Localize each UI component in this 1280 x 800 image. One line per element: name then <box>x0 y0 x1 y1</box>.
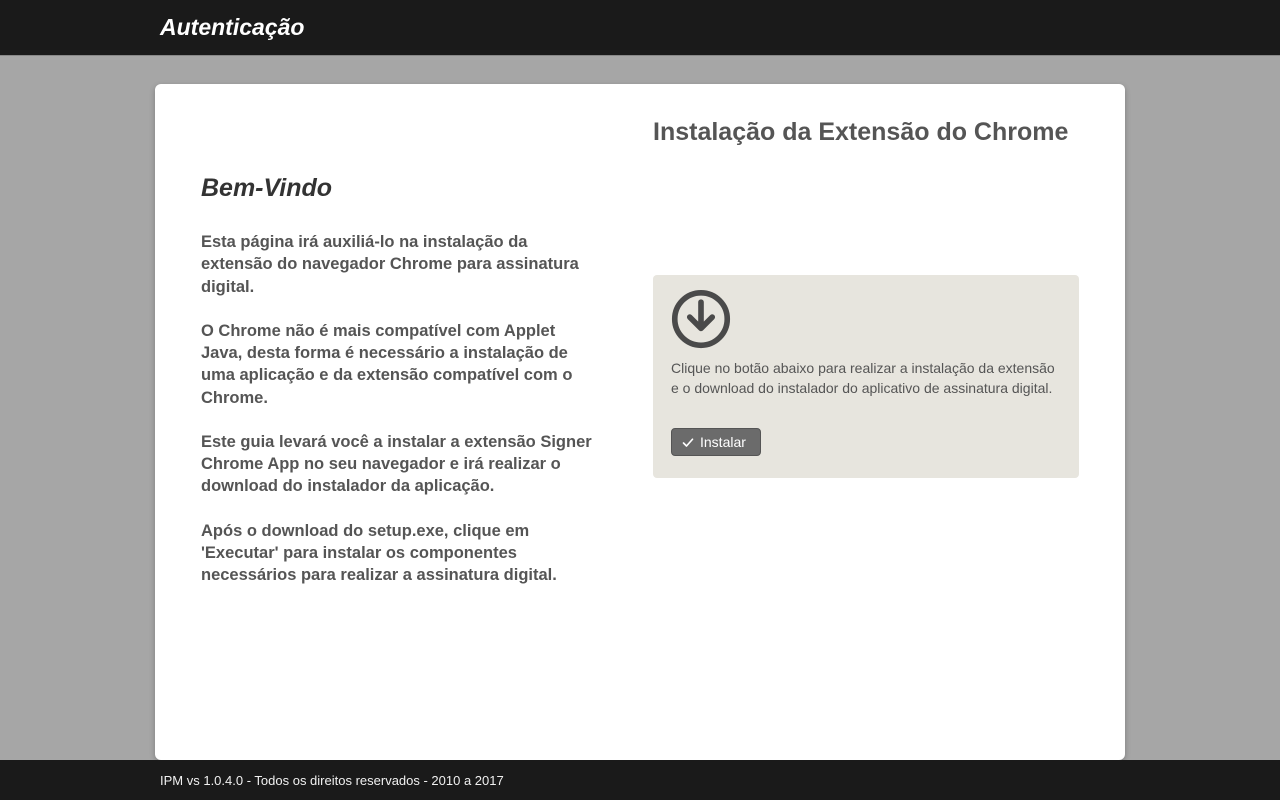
welcome-paragraph-2: O Chrome não é mais compatível com Apple… <box>201 320 601 409</box>
content-card: Bem-Vindo Esta página irá auxiliá-lo na … <box>155 84 1125 760</box>
main-content: Bem-Vindo Esta página irá auxiliá-lo na … <box>0 56 1280 760</box>
install-button[interactable]: Instalar <box>671 428 761 456</box>
welcome-paragraph-1: Esta página irá auxiliá-lo na instalação… <box>201 231 601 298</box>
welcome-paragraph-3: Este guia levará você a instalar a exten… <box>201 431 601 498</box>
install-instruction-text: Clique no botão abaixo para realizar a i… <box>671 359 1061 398</box>
install-box: Clique no botão abaixo para realizar a i… <box>653 275 1079 478</box>
header-bar: Autenticação <box>0 0 1280 56</box>
page-title: Autenticação <box>160 14 304 41</box>
welcome-column: Bem-Vindo Esta página irá auxiliá-lo na … <box>201 114 601 726</box>
footer-bar: IPM vs 1.0.4.0 - Todos os direitos reser… <box>0 760 1280 800</box>
install-title: Instalação da Extensão do Chrome <box>653 118 1079 147</box>
install-button-label: Instalar <box>700 434 746 450</box>
footer-text: IPM vs 1.0.4.0 - Todos os direitos reser… <box>160 773 504 788</box>
download-arrow-icon <box>671 289 731 349</box>
install-column: Instalação da Extensão do Chrome Clique … <box>653 114 1079 726</box>
welcome-paragraph-4: Após o download do setup.exe, clique em … <box>201 520 601 587</box>
welcome-heading: Bem-Vindo <box>201 174 601 203</box>
check-icon <box>682 436 694 448</box>
